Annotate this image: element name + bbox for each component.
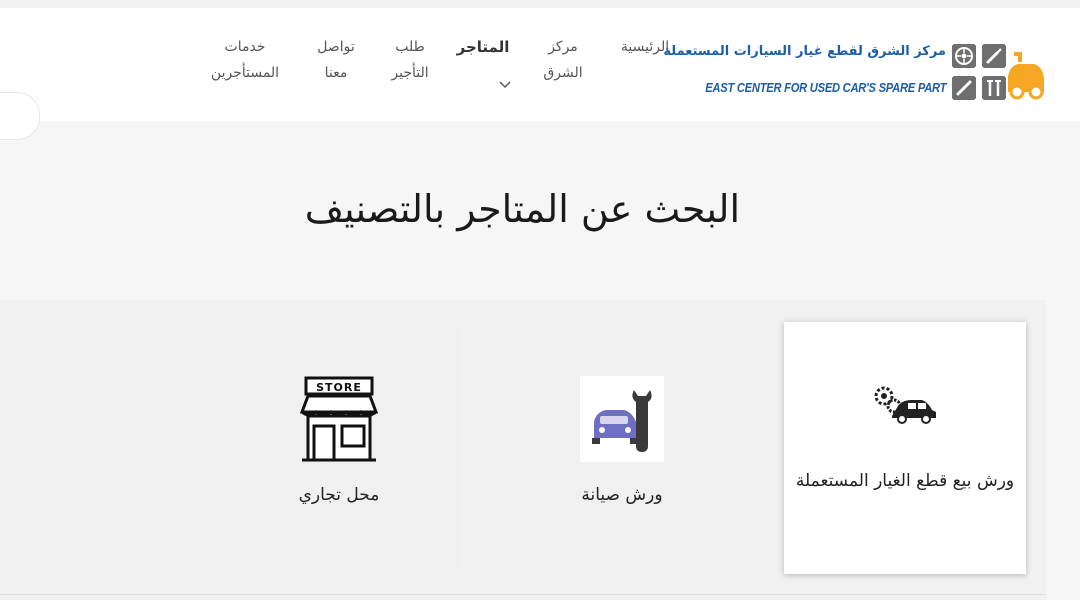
spark-plug-icon: [982, 44, 1006, 68]
tools-icon: [982, 76, 1006, 100]
page-title: البحث عن المتاجر بالتصنيف: [304, 187, 740, 232]
site-logo[interactable]: مركز الشرق لقطع غيار السيارات المستعملة …: [663, 34, 1046, 106]
car-wrench-icon: [580, 376, 664, 462]
nav-rental-request[interactable]: طلب التأجير: [382, 34, 438, 86]
shock-absorber-icon: [952, 76, 976, 100]
category-card-maintenance[interactable]: ورش صيانة: [501, 322, 743, 574]
nav-stores[interactable]: المتاجر: [448, 34, 518, 60]
section-divider: [0, 594, 1046, 595]
nav-home[interactable]: الرئيسية: [608, 34, 682, 60]
store-icon: STORE: [299, 376, 379, 462]
car-logo-icon: [1008, 52, 1044, 100]
chevron-down-icon[interactable]: [499, 80, 511, 90]
nav-tenant-services[interactable]: خدمات المستأجرين: [198, 34, 292, 86]
nav-east-center[interactable]: مركز الشرق: [534, 34, 592, 86]
wheel-icon: [952, 44, 976, 68]
category-card-shop[interactable]: STORE محل تجاري: [218, 322, 460, 574]
nav-contact-us[interactable]: تواصل معنا: [306, 34, 366, 86]
category-card-used-parts[interactable]: ورش بيع قطع الغيار المستعملة: [784, 322, 1026, 574]
category-label: ورش بيع قطع الغيار المستعملة: [795, 471, 1015, 491]
store-icon-text: STORE: [316, 381, 362, 394]
car-gear-icon: [874, 386, 936, 424]
search-toggle[interactable]: [0, 92, 40, 140]
top-strip: [0, 0, 1080, 8]
site-header: مركز الشرق لقطع غيار السيارات المستعملة …: [0, 8, 1080, 121]
logo-english-name: EAST CENTER FOR USED CAR'S SPARE PART: [705, 80, 946, 95]
category-label: محل تجاري: [298, 485, 380, 505]
category-label: ورش صيانة: [581, 485, 663, 505]
logo-arabic-name: مركز الشرق لقطع غيار السيارات المستعملة: [663, 44, 946, 59]
